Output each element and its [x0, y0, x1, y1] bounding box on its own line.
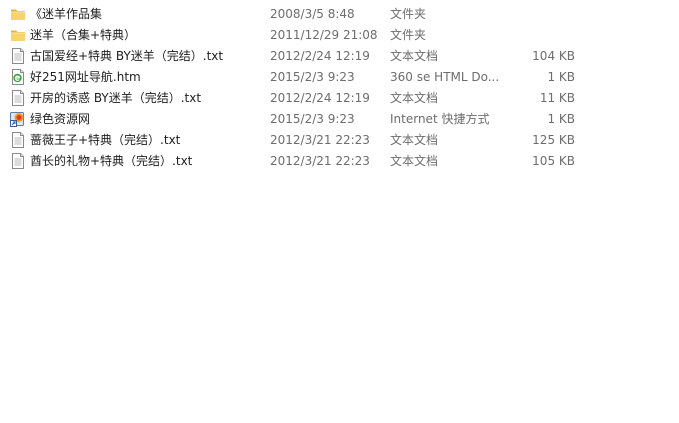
file-name: 《迷羊作品集 — [30, 7, 103, 21]
file-type: Internet 快捷方式 — [390, 112, 490, 126]
file-name: 迷羊（合集+特典） — [30, 28, 137, 42]
file-type: 文件夹 — [390, 28, 427, 42]
file-name: 蔷薇王子+特典（完结）.txt — [30, 133, 181, 147]
folder-icon — [10, 27, 26, 43]
file-row[interactable]: 蔷薇王子+特典（完结）.txt 2012/3/21 22:23 文本文档 125… — [0, 130, 679, 151]
folder-icon — [10, 6, 26, 22]
file-row[interactable]: 好251网址导航.htm 2015/2/3 9:23 360 se HTML D… — [0, 67, 679, 88]
file-row[interactable]: 古国爱经+特典 BY迷羊（完结）.txt 2012/2/24 12:19 文本文… — [0, 46, 679, 67]
file-name: 绿色资源网 — [30, 112, 91, 126]
file-row[interactable]: 开房的诱惑 BY迷羊（完结）.txt 2012/2/24 12:19 文本文档 … — [0, 88, 679, 109]
internet-shortcut-icon — [10, 111, 26, 127]
html-file-icon — [10, 69, 26, 85]
file-size: 125 KB — [532, 133, 575, 147]
file-date-modified: 2012/3/21 22:23 — [270, 133, 370, 147]
file-list: 《迷羊作品集 2008/3/5 8:48 文件夹 迷羊（合集+特典） 2011/… — [0, 4, 679, 172]
file-size: 1 KB — [547, 70, 575, 84]
file-type: 文件夹 — [390, 7, 427, 21]
file-date-modified: 2008/3/5 8:48 — [270, 7, 355, 21]
file-type: 文本文档 — [390, 49, 439, 63]
text-file-icon — [10, 132, 26, 148]
file-size: 11 KB — [539, 91, 575, 105]
file-type: 360 se HTML Do... — [390, 70, 500, 84]
file-name: 开房的诱惑 BY迷羊（完结）.txt — [30, 91, 202, 105]
file-type: 文本文档 — [390, 91, 439, 105]
file-size: 104 KB — [532, 49, 575, 63]
file-size: 105 KB — [532, 154, 575, 168]
file-row[interactable]: 绿色资源网 2015/2/3 9:23 Internet 快捷方式 1 KB — [0, 109, 679, 130]
file-date-modified: 2012/2/24 12:19 — [270, 91, 370, 105]
file-name: 古国爱经+特典 BY迷羊（完结）.txt — [30, 49, 224, 63]
file-row[interactable]: 酋长的礼物+特典（完结）.txt 2012/3/21 22:23 文本文档 10… — [0, 151, 679, 172]
file-row[interactable]: 迷羊（合集+特典） 2011/12/29 21:08 文件夹 — [0, 25, 679, 46]
file-name: 好251网址导航.htm — [30, 70, 141, 84]
file-date-modified: 2012/3/21 22:23 — [270, 154, 370, 168]
text-file-icon — [10, 90, 26, 106]
file-date-modified: 2011/12/29 21:08 — [270, 28, 378, 42]
file-size: 1 KB — [547, 112, 575, 126]
file-type: 文本文档 — [390, 154, 439, 168]
file-date-modified: 2012/2/24 12:19 — [270, 49, 370, 63]
file-date-modified: 2015/2/3 9:23 — [270, 112, 355, 126]
file-type: 文本文档 — [390, 133, 439, 147]
file-row[interactable]: 《迷羊作品集 2008/3/5 8:48 文件夹 — [0, 4, 679, 25]
file-name: 酋长的礼物+特典（完结）.txt — [30, 154, 193, 168]
file-date-modified: 2015/2/3 9:23 — [270, 70, 355, 84]
text-file-icon — [10, 153, 26, 169]
text-file-icon — [10, 48, 26, 64]
